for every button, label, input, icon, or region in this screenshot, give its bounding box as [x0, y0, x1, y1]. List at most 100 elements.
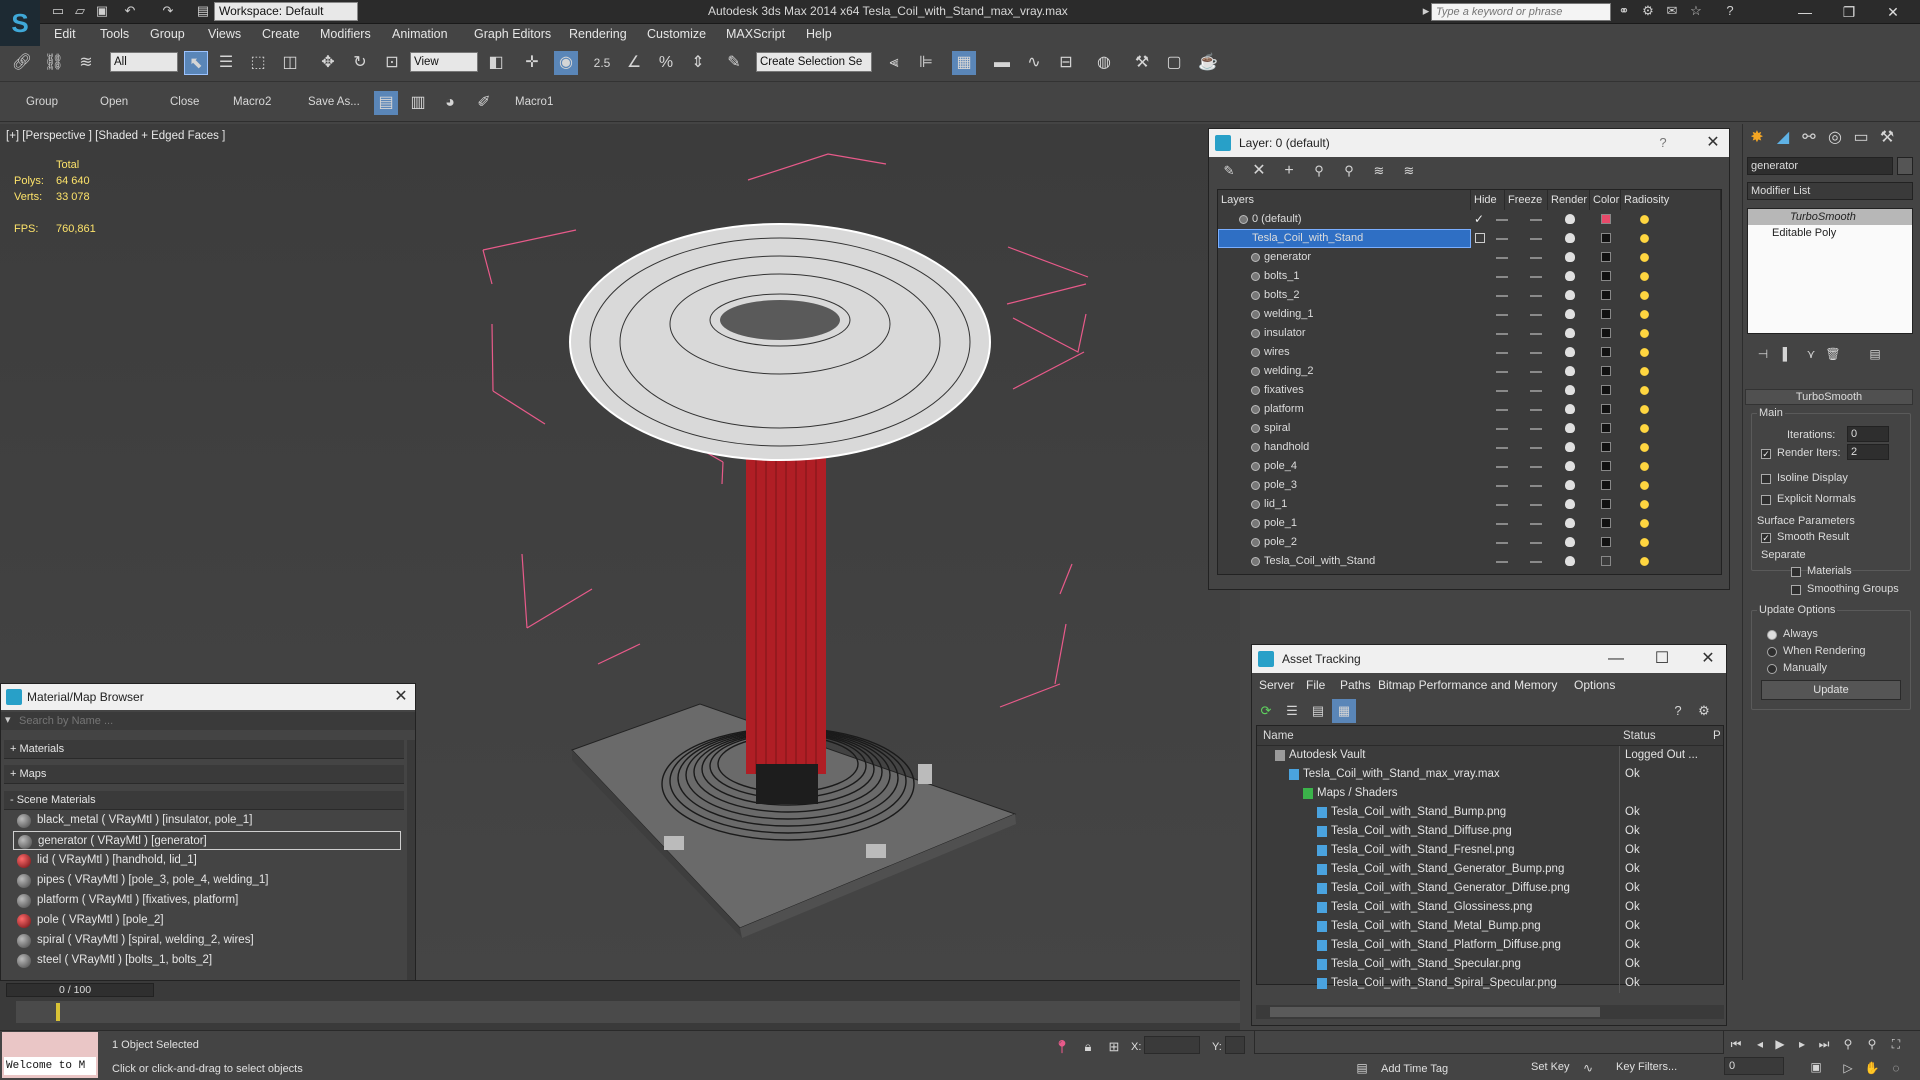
- restore-button[interactable]: ❐: [1834, 2, 1864, 22]
- layer-color-swatch[interactable]: [1601, 233, 1611, 243]
- layer-name[interactable]: bolts_1: [1264, 267, 1299, 286]
- layer-color-swatch[interactable]: [1601, 290, 1611, 300]
- radiosity-sun-icon[interactable]: [1638, 498, 1651, 511]
- render-teapot-icon[interactable]: [1565, 480, 1575, 490]
- layer-row[interactable]: Tesla_Coil_with_Stand: [1218, 229, 1721, 248]
- curve-editor-icon[interactable]: ∿: [1022, 51, 1046, 75]
- layer-hide-all-icon[interactable]: ≋: [1367, 159, 1391, 183]
- layer-manager-icon[interactable]: ▦: [952, 51, 976, 75]
- hide-toggle[interactable]: [1496, 504, 1508, 506]
- freeze-toggle[interactable]: [1530, 276, 1542, 278]
- grid-view-icon[interactable]: ▦: [1332, 699, 1356, 723]
- select-manipulate-icon[interactable]: ✛: [520, 51, 544, 75]
- asset-menu-paths[interactable]: Paths: [1340, 678, 1371, 692]
- mirror-icon[interactable]: ⫷: [882, 51, 906, 75]
- hide-toggle[interactable]: [1496, 276, 1508, 278]
- layer-row[interactable]: pole_2: [1218, 533, 1721, 552]
- layer-row[interactable]: lid_1: [1218, 495, 1721, 514]
- save-file-icon[interactable]: ▣: [94, 3, 110, 19]
- object-properties-icon[interactable]: ▥: [406, 91, 430, 115]
- asset-menu-file[interactable]: File: [1306, 678, 1325, 692]
- unlink-icon[interactable]: ⛓: [42, 51, 66, 75]
- layer-name[interactable]: 0 (default): [1252, 210, 1302, 229]
- scene-material-item[interactable]: pole ( VRayMtl ) [pole_2]: [13, 911, 401, 930]
- layer-name[interactable]: lid_1: [1264, 495, 1287, 514]
- list-view-icon[interactable]: ☰: [1280, 699, 1304, 723]
- render-teapot-icon[interactable]: [1565, 347, 1575, 357]
- radiosity-sun-icon[interactable]: [1638, 536, 1651, 549]
- radiosity-sun-icon[interactable]: [1638, 422, 1651, 435]
- menu-modifiers[interactable]: Modifiers: [320, 27, 371, 41]
- hide-toggle[interactable]: [1496, 371, 1508, 373]
- x-coordinate-field[interactable]: [1144, 1036, 1200, 1054]
- hide-toggle[interactable]: [1496, 238, 1508, 240]
- create-tab-icon[interactable]: ✸: [1745, 126, 1769, 150]
- col-hide[interactable]: Hide: [1471, 190, 1505, 210]
- layer-name[interactable]: fixatives: [1264, 381, 1304, 400]
- material-search-input[interactable]: [19, 713, 399, 729]
- asset-scroll-thumb[interactable]: [1270, 1007, 1600, 1017]
- freeze-toggle[interactable]: [1530, 371, 1542, 373]
- render-teapot-icon[interactable]: [1565, 328, 1575, 338]
- set-key-button[interactable]: Set Key: [1531, 1061, 1570, 1073]
- render-production-icon[interactable]: ☕: [1196, 51, 1220, 75]
- radiosity-sun-icon[interactable]: [1638, 251, 1651, 264]
- current-frame-field[interactable]: 0: [1724, 1057, 1784, 1075]
- layer-name[interactable]: generator: [1264, 248, 1311, 267]
- project-folder-icon[interactable]: ▤: [195, 3, 211, 19]
- layer-row[interactable]: handhold: [1218, 438, 1721, 457]
- radiosity-sun-icon[interactable]: [1638, 308, 1651, 321]
- layer-name[interactable]: handhold: [1264, 438, 1309, 457]
- goto-start-icon[interactable]: ⏮: [1724, 1032, 1748, 1056]
- subscription-icon[interactable]: ⚙: [1640, 3, 1656, 19]
- layer-row[interactable]: fixatives: [1218, 381, 1721, 400]
- macro2-button[interactable]: Macro2: [233, 96, 271, 108]
- menu-group[interactable]: Group: [150, 27, 185, 41]
- help-icon[interactable]: ?: [1722, 3, 1738, 19]
- radiosity-sun-icon[interactable]: [1638, 327, 1651, 340]
- layer-name[interactable]: wires: [1264, 343, 1290, 362]
- layer-color-swatch[interactable]: [1601, 556, 1611, 566]
- layer-row[interactable]: insulator: [1218, 324, 1721, 343]
- absolute-mode-icon[interactable]: ⊞: [1102, 1035, 1126, 1059]
- asset-horizontal-scrollbar[interactable]: [1256, 1005, 1724, 1019]
- layer-row[interactable]: pole_1: [1218, 514, 1721, 533]
- menu-help[interactable]: Help: [806, 27, 832, 41]
- always-radio[interactable]: [1767, 630, 1777, 640]
- angle-snap-icon[interactable]: ∠: [622, 51, 646, 75]
- layer-name[interactable]: pole_2: [1264, 533, 1297, 552]
- asset-row[interactable]: Tesla_Coil_with_Stand_Generator_Bump.png…: [1257, 860, 1723, 879]
- hide-toggle[interactable]: [1496, 333, 1508, 335]
- scene-explorer-icon[interactable]: ▤: [374, 91, 398, 115]
- layer-row[interactable]: Tesla_Coil_with_Stand: [1218, 552, 1721, 571]
- remove-modifier-icon[interactable]: 🗑︎: [1821, 342, 1845, 366]
- asset-close-button[interactable]: ✕: [1696, 647, 1720, 671]
- asset-row[interactable]: Tesla_Coil_with_Stand_Generator_Diffuse.…: [1257, 879, 1723, 898]
- hide-toggle[interactable]: [1496, 352, 1508, 354]
- redo-icon[interactable]: ↷: [160, 3, 176, 19]
- render-teapot-icon[interactable]: [1565, 404, 1575, 414]
- favorites-star-icon[interactable]: ☆: [1688, 3, 1704, 19]
- asset-row[interactable]: Tesla_Coil_with_Stand_Specular.png Ok: [1257, 955, 1723, 974]
- radiosity-sun-icon[interactable]: [1638, 346, 1651, 359]
- hide-toggle[interactable]: [1496, 542, 1508, 544]
- render-teapot-icon[interactable]: [1565, 518, 1575, 528]
- stack-editable-poly[interactable]: Editable Poly: [1748, 225, 1912, 241]
- schematic-view-icon[interactable]: ⊟: [1054, 51, 1078, 75]
- asset-menu-options[interactable]: Options: [1574, 678, 1615, 692]
- y-coordinate-field[interactable]: [1225, 1036, 1245, 1054]
- time-slider[interactable]: 0 / 100: [6, 983, 154, 997]
- workspace-dropdown[interactable]: Workspace: Default: [214, 2, 358, 21]
- layer-help-button[interactable]: ?: [1651, 131, 1675, 155]
- render-teapot-icon[interactable]: [1565, 290, 1575, 300]
- save-as-button[interactable]: Save As...: [308, 96, 360, 108]
- col-freeze[interactable]: Freeze: [1505, 190, 1548, 210]
- asset-row[interactable]: Maps / Shaders: [1257, 784, 1723, 803]
- render-iters-spinner[interactable]: 2: [1847, 444, 1889, 460]
- asset-path-field[interactable]: [1254, 1030, 1724, 1054]
- layer-row[interactable]: bolts_1: [1218, 267, 1721, 286]
- make-unique-icon[interactable]: ⋎: [1799, 342, 1823, 366]
- graphite-ribbon-icon[interactable]: ▬: [990, 51, 1014, 75]
- menu-create[interactable]: Create: [262, 27, 300, 41]
- binoculars-icon[interactable]: ⚭: [1616, 3, 1632, 19]
